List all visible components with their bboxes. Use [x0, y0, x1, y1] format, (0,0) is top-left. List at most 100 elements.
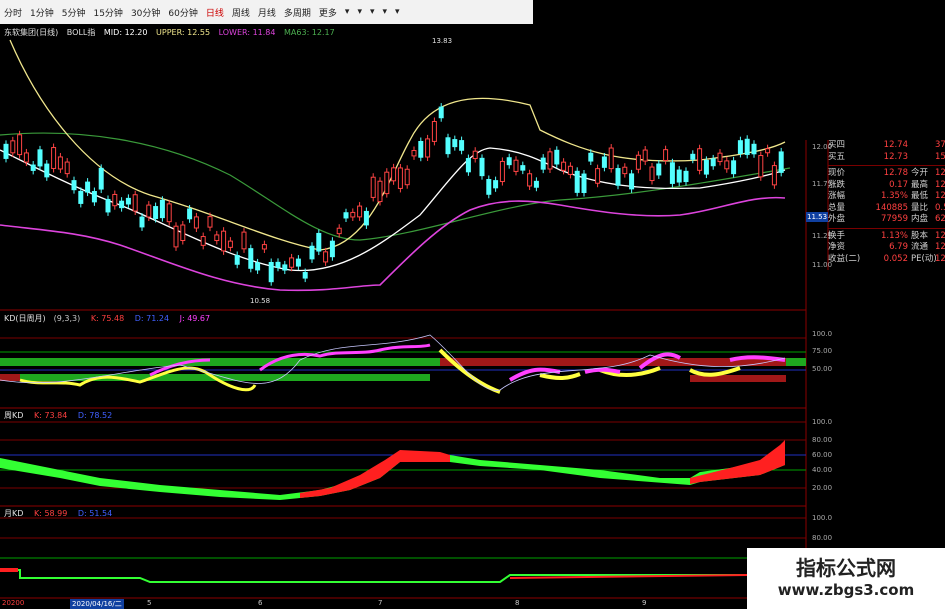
quote-value: 12.74 [883, 140, 908, 150]
candle-body [200, 236, 206, 246]
quote-value-2: 12.4亿 [935, 230, 945, 241]
candle-body [595, 168, 601, 184]
candle-body [173, 225, 179, 248]
kdj-panel-title-row: KD(日周月) (9,3,3) K: 75.48 D: 71.24 J: 49.6… [4, 313, 218, 324]
candle-body [513, 159, 519, 172]
boll-lower-line [0, 196, 786, 292]
candle-body [180, 224, 186, 242]
candle-body [125, 197, 131, 205]
candle-body [146, 204, 152, 218]
candle-body [282, 264, 288, 271]
candle-body [363, 210, 369, 226]
quote-label: 买四 [828, 140, 846, 150]
candle-body [431, 121, 437, 142]
watermark-url: www.zbgs3.com [777, 581, 915, 599]
candle-body [744, 138, 750, 155]
candle-body [268, 261, 274, 283]
candle-body [153, 206, 159, 219]
week-kd-k-value: K: 73.84 [33, 411, 68, 420]
quote-value: 12.78 [883, 168, 908, 178]
candle-body [309, 245, 315, 260]
quote-value: 77959 [880, 214, 908, 224]
candle-body [187, 208, 193, 220]
quote-label-2: 今开 [911, 168, 929, 178]
stock-chart[interactable] [0, 0, 945, 609]
candle-body [214, 234, 220, 242]
candle-body [323, 251, 329, 263]
quote-value-2: 12.6 [935, 191, 945, 201]
candle-body [119, 200, 125, 209]
candle-body [438, 106, 444, 119]
candle-body [588, 152, 594, 162]
week-kd-title[interactable]: 周KD [4, 411, 23, 420]
candle-body [302, 272, 308, 279]
quote-row: 总量 140885量比 0.53 [828, 203, 945, 215]
candle-body [731, 160, 737, 175]
candle-body [690, 153, 696, 160]
kdj-title[interactable]: KD(日周月) [4, 314, 46, 323]
panel-frames [0, 140, 829, 599]
quote-divider [828, 165, 945, 166]
candle-body [710, 158, 716, 167]
candle-body [758, 155, 764, 178]
candle-body [64, 161, 70, 175]
candle-body [112, 193, 118, 207]
candle-body [384, 171, 390, 195]
week-kd-tick: 20.00 [812, 484, 833, 492]
quote-label-2: PE(动) [911, 253, 937, 264]
candle-body [581, 173, 587, 194]
kd-low-lines [0, 369, 806, 456]
candle-body [404, 168, 410, 186]
candle-body [255, 262, 261, 271]
quote-label-2: 流通 [911, 242, 929, 252]
candle-body [275, 261, 281, 268]
candle-body [91, 191, 97, 203]
candle-body [350, 211, 356, 218]
date-month: 6 [258, 599, 263, 607]
candle-body [472, 150, 478, 160]
month-kd-title[interactable]: 月KD [4, 509, 23, 518]
boll-mid-value: MID: 12.20 [103, 28, 148, 37]
candle-body [159, 199, 165, 219]
boll-mid-line [0, 147, 786, 272]
quote-row: 净资 6.79流通 12.4亿 [828, 242, 945, 254]
candle-body [418, 140, 424, 158]
candle-body [499, 160, 505, 183]
candle-body [669, 162, 675, 184]
candle-body [635, 154, 641, 170]
boll-upper-line [9, 39, 786, 251]
quote-panel: 买四 12.74 379 买五 12.73 157 现价 12.78今开 12.81 涨跌 0… [828, 140, 945, 265]
quote-label: 涨跌 [828, 179, 846, 190]
candle-body [622, 166, 628, 175]
candle-body [452, 139, 458, 148]
boll-lower-value: LOWER: 11.84 [218, 28, 276, 37]
candle-body [289, 257, 295, 268]
candle-body [703, 159, 709, 175]
quote-label-2: 最低 [911, 191, 929, 201]
candle-body [51, 147, 57, 169]
month-kd-title-row: 月KD K: 58.99 D: 51.54 [4, 508, 120, 519]
candle-body [425, 138, 431, 158]
quote-label-2: 内盘 [911, 214, 929, 224]
candle-body [3, 143, 9, 159]
quote-row: 涨幅 1.35%最低 12.6 [828, 191, 945, 203]
date-axis: 20200 2020/04/16/二 5 6 7 8 9 [0, 599, 747, 609]
candle-body [343, 212, 349, 219]
candle-body [57, 156, 63, 170]
candle-body [533, 180, 539, 188]
quote-label-2: 最高 [911, 179, 929, 190]
boll-indicator-name[interactable]: BOLL指 [67, 28, 96, 37]
candle-body [676, 169, 682, 183]
date-start: 20200 [2, 599, 25, 607]
candle-body [520, 165, 526, 171]
week-kd-red-area [300, 450, 450, 498]
date-cursor-label: 2020/04/16/二 [70, 599, 124, 609]
week-kd-red-area-2 [690, 440, 785, 484]
date-month: 8 [515, 599, 520, 607]
candle-body [261, 244, 267, 250]
candle-body [601, 156, 607, 168]
quote-label: 外盘 [828, 214, 846, 224]
candle-body [23, 152, 29, 163]
kdj-tick: 50.00 [812, 365, 833, 373]
candle-body [493, 180, 499, 189]
